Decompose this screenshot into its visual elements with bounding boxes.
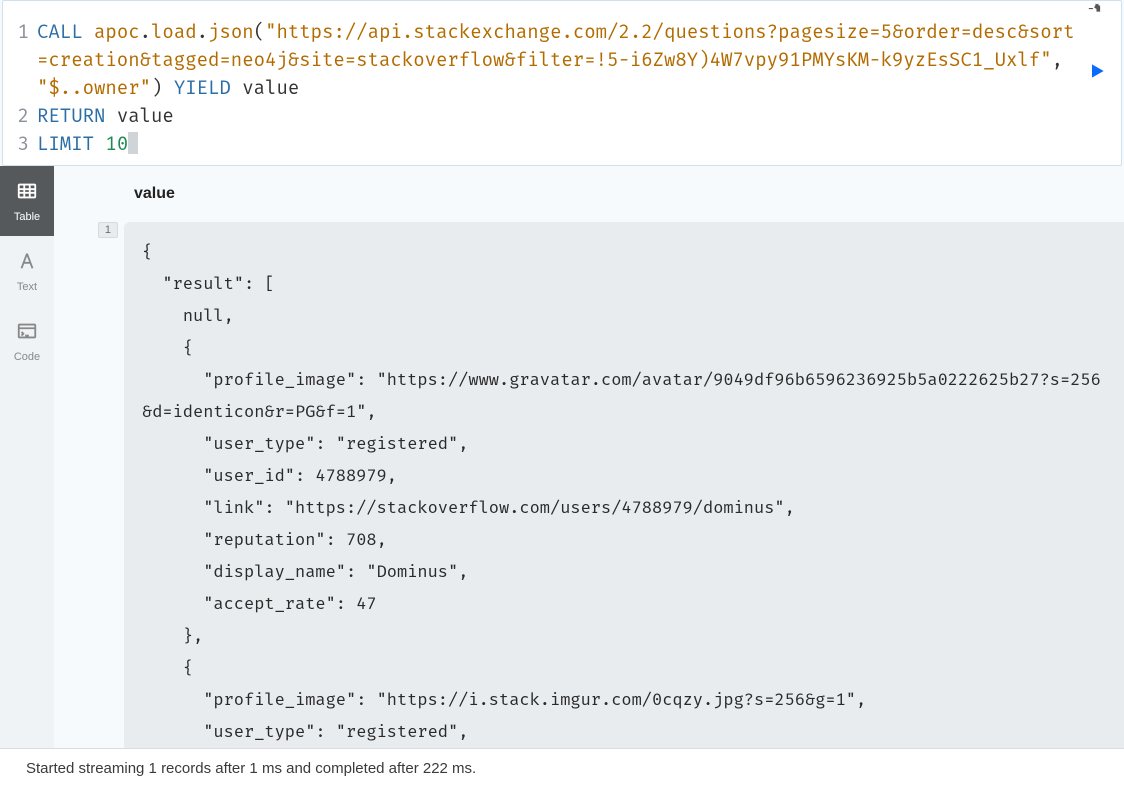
editor-content[interactable]: CALL apoc.load.json("https://api.stackex… xyxy=(37,19,1121,165)
row-number-badge: 1 xyxy=(98,222,118,238)
sidebar-tab-label: Code xyxy=(14,351,40,363)
fn-load: load xyxy=(151,21,197,44)
status-bar: Started streaming 1 records after 1 ms a… xyxy=(0,748,1124,788)
table-icon xyxy=(16,180,38,207)
query-editor[interactable]: 1 2 3 CALL apoc.load.json("https://api.s… xyxy=(3,19,1121,165)
row-gutter: 1 xyxy=(54,222,124,748)
results-header: value xyxy=(54,166,1124,222)
result-json-cell[interactable]: { "result": [ null, { "profile_image": "… xyxy=(124,222,1124,748)
sidebar-tab-text[interactable]: Text xyxy=(0,236,54,306)
line-number: 2 xyxy=(11,103,29,131)
sidebar-tab-table[interactable]: Table xyxy=(0,166,54,236)
cursor xyxy=(128,132,138,154)
results-area: Table Text Code value 1 xyxy=(0,166,1124,748)
comma: , xyxy=(1052,49,1075,72)
sidebar-tab-label: Text xyxy=(17,281,37,293)
keyword-limit: LIMIT xyxy=(37,133,94,156)
fn-apoc: apoc xyxy=(94,21,140,44)
line-number: 1 xyxy=(11,19,29,103)
keyword-yield: YIELD xyxy=(174,77,231,100)
column-header-value: value xyxy=(134,185,175,203)
ident-value: value xyxy=(242,77,299,100)
query-editor-panel: 1 2 3 CALL apoc.load.json("https://api.s… xyxy=(2,0,1122,166)
run-button[interactable] xyxy=(1087,61,1107,86)
text-icon xyxy=(16,250,38,277)
number-limit: 10 xyxy=(105,133,128,156)
results-body: 1 { "result": [ null, { "profile_image":… xyxy=(54,222,1124,748)
ident-value: value xyxy=(117,105,174,128)
line-gutter: 1 2 3 xyxy=(3,19,37,165)
view-sidebar: Table Text Code xyxy=(0,166,54,748)
fn-json: json xyxy=(208,21,254,44)
sidebar-tab-label: Table xyxy=(14,211,40,223)
sidebar-tab-code[interactable]: Code xyxy=(0,306,54,376)
code-icon xyxy=(16,320,38,347)
string-path: "$..owner" xyxy=(37,77,151,100)
keyword-return: RETURN xyxy=(37,105,105,128)
results-panel: value 1 { "result": [ null, { "profile_i… xyxy=(54,166,1124,748)
keyword-call: CALL xyxy=(37,21,83,44)
app-frame: 1 2 3 CALL apoc.load.json("https://api.s… xyxy=(0,0,1124,788)
line-number: 3 xyxy=(11,131,29,159)
editor-toolbar xyxy=(3,1,1121,19)
status-text: Started streaming 1 records after 1 ms a… xyxy=(26,760,476,777)
